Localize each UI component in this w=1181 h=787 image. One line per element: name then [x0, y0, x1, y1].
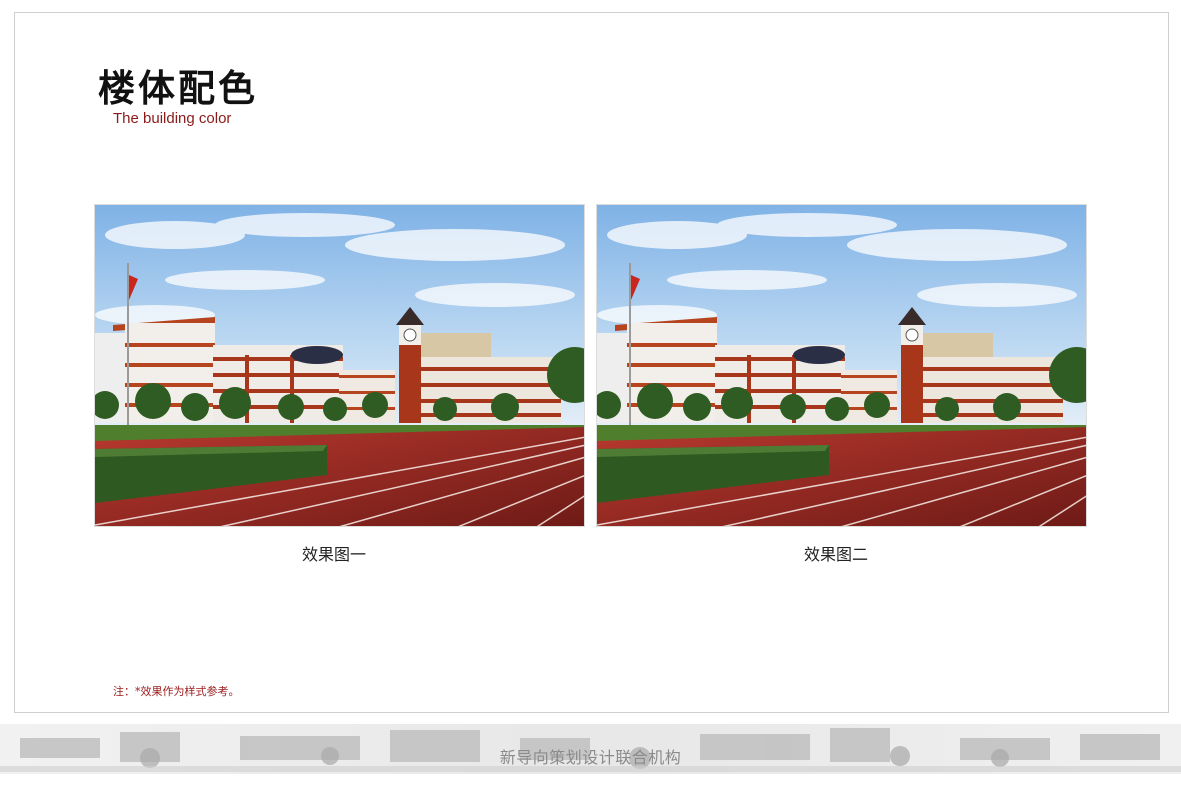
- page-title: 楼体配色: [98, 66, 258, 110]
- effect-image-1: [94, 204, 585, 527]
- school-photo: [95, 205, 584, 526]
- effect-image-2-caption: 效果图二: [803, 545, 868, 564]
- effect-image-1-caption: 效果图一: [301, 545, 366, 564]
- footer-organization: 新导向策划设计联合机构: [499, 748, 682, 767]
- effect-image-2: [596, 204, 1087, 527]
- footnote: 注：*效果作为样式参考。: [113, 685, 240, 698]
- school-photo: [597, 205, 1086, 526]
- page-subtitle: The building color: [113, 110, 232, 127]
